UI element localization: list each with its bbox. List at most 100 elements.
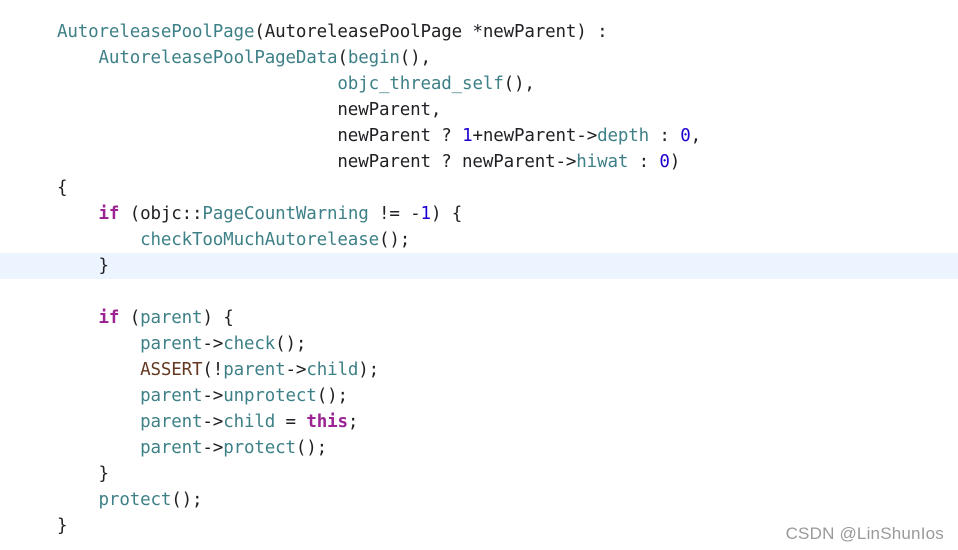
code-line-text: { [57,175,68,201]
text-token: newParent ? newParent-> [57,152,577,172]
number-token: 1 [462,126,473,146]
member-token: hiwat [576,152,629,172]
text-token: (), [503,74,535,94]
text-token: ); [358,360,380,380]
text-token: (), [399,48,431,68]
number-token: 0 [659,152,670,172]
text-token: (); [378,230,411,250]
macro-token: ASSERT [140,360,203,380]
code-line-text: newParent ? newParent->hiwat : 0) [57,149,680,175]
code-line[interactable]: AutoreleasePoolPageData(begin(), [0,45,958,71]
text-token: newParent ? [57,126,463,146]
text-token: (); [275,334,307,354]
text-token: : [628,152,660,172]
text-token: -> [202,334,224,354]
code-line[interactable]: if (objc::PageCountWarning != -1) { [0,201,958,227]
member-token: child [306,360,359,380]
code-line-text: AutoreleasePoolPageData(begin(), [57,45,432,71]
csdn-watermark: CSDN @LinShunIos [785,524,944,543]
text-token: != - [368,204,421,224]
text-token: ) { [430,204,463,224]
number-token: 1 [420,204,432,224]
call-token: checkTooMuchAutorelease [140,230,379,250]
code-line-text: if (parent) { [57,305,234,331]
text-token: (! [202,360,224,380]
text-token: } [57,256,110,276]
code-line-text: newParent ? 1+newParent->depth : 0, [57,123,701,149]
code-line-text: protect(); [57,487,203,513]
code-line[interactable]: newParent, [0,97,958,123]
text-token: ( [337,48,348,68]
number-token: 0 [680,126,691,146]
text-token: +newParent-> [472,126,598,146]
text-token: , [690,126,702,146]
text-token: (); [171,490,203,510]
member-token: parent [140,386,203,406]
code-line[interactable]: } [0,461,958,487]
text-token: newParent, [57,100,442,120]
member-token: parent [140,438,203,458]
keyword-token: this [306,412,348,432]
code-line-text: checkTooMuchAutorelease(); [57,227,410,253]
call-token: objc_thread_self [337,74,504,94]
code-line[interactable]: parent->child = this; [0,409,958,435]
text-token: (objc:: [119,204,203,224]
code-line-text: objc_thread_self(), [57,71,535,97]
text-token: = [275,412,307,432]
code-line[interactable]: ASSERT(!parent->child); [0,357,958,383]
code-line-text: newParent, [57,97,441,123]
code-editor[interactable]: AutoreleasePoolPage(AutoreleasePoolPage … [0,0,958,550]
member-token: parent [140,334,203,354]
text-token: : [649,126,681,146]
member-token: child [223,412,276,432]
code-line-text: if (objc::PageCountWarning != -1) { [57,201,463,227]
code-line[interactable]: checkTooMuchAutorelease(); [0,227,958,253]
text-token: { [57,178,68,198]
type-token: AutoreleasePoolPage [57,22,255,42]
code-line[interactable]: if (parent) { [0,305,958,331]
text-token: -> [202,412,224,432]
code-line-text: AutoreleasePoolPage(AutoreleasePoolPage … [57,19,608,45]
code-line-text: } [57,461,110,487]
text-token: -> [202,386,224,406]
code-line[interactable]: newParent ? newParent->hiwat : 0) [0,149,958,175]
text-token: ; [347,412,359,432]
code-line[interactable]: objc_thread_self(), [0,71,958,97]
member-token: parent [140,308,203,328]
text-token: ) { [202,308,234,328]
call-token: check [223,334,276,354]
keyword-token: if [98,204,120,224]
code-line[interactable]: protect(); [0,487,958,513]
call-token: protect [223,438,296,458]
code-line[interactable]: } [0,253,958,279]
text-token: ) [669,152,681,172]
text-token: } [57,464,110,484]
text-token: (); [295,438,328,458]
code-line[interactable] [0,279,958,305]
code-line[interactable]: parent->check(); [0,331,958,357]
code-line[interactable]: parent->unprotect(); [0,383,958,409]
code-line-text: parent->unprotect(); [57,383,348,409]
code-line-text: ASSERT(!parent->child); [57,357,379,383]
code-line[interactable]: parent->protect(); [0,435,958,461]
member-token: depth [597,126,650,146]
member-token: parent [140,412,203,432]
text-token: ( [119,308,141,328]
text-token: -> [285,360,307,380]
code-line[interactable]: newParent ? 1+newParent->depth : 0, [0,123,958,149]
keyword-token: if [98,308,120,328]
code-line-text: } [57,253,110,279]
code-line[interactable]: AutoreleasePoolPage(AutoreleasePoolPage … [0,19,958,45]
code-line[interactable]: { [0,175,958,201]
text-token: (); [316,386,348,406]
member-token: parent [223,360,286,380]
